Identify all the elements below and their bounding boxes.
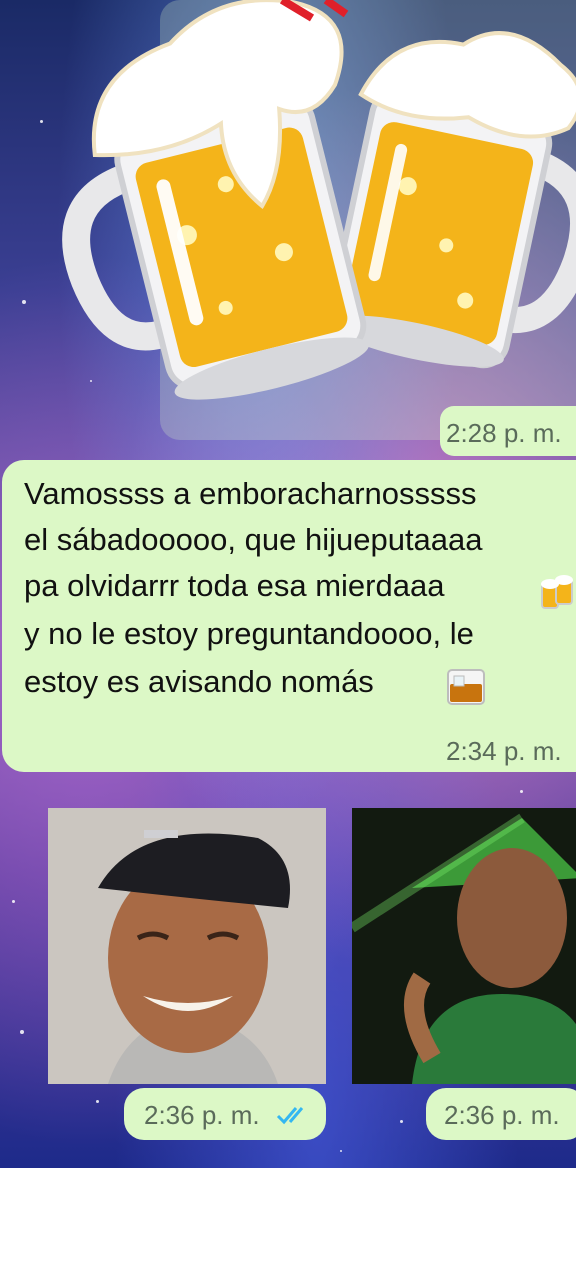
star <box>400 1120 403 1123</box>
beer-mugs-cheers-sticker-icon[interactable] <box>50 0 576 440</box>
star <box>96 1100 99 1103</box>
star <box>20 1030 24 1034</box>
message-time: 2:28 p. m. <box>446 418 562 448</box>
star <box>40 120 43 123</box>
beer-mugs-icon <box>541 575 573 609</box>
photo-smiling-man-cap[interactable] <box>48 808 326 1084</box>
star <box>12 900 15 903</box>
message-line: estoy es avisando nomás <box>24 664 374 699</box>
photo-timestamp-bubble: 2:36 p. m. <box>124 1088 326 1140</box>
message-time: 2:34 p. m. <box>446 736 562 766</box>
message-time: 2:36 p. m. <box>144 1100 260 1130</box>
message-time: 2:36 p. m. <box>444 1100 560 1130</box>
message-line: Vamossss a emboracharnosssss <box>24 476 477 511</box>
photo-man-green-light[interactable] <box>352 808 576 1084</box>
star <box>520 790 523 793</box>
sticker-timestamp-bubble: 2:28 p. m. <box>440 406 576 456</box>
message-line: y no le estoy preguntandoooo, le <box>24 616 474 651</box>
photo-timestamp-bubble: 2:36 p. m. <box>426 1088 576 1140</box>
message-line: el sábadooooo, que hijueputaaaa <box>24 522 483 557</box>
text-message-bubble[interactable]: Vamossss a emboracharnosssss el sábadooo… <box>2 460 576 772</box>
star <box>340 1150 342 1152</box>
message-line: pa olvidarrr toda esa mierdaaa <box>24 568 445 603</box>
double-check-icon <box>276 1107 304 1125</box>
whisky-glass-icon <box>447 669 485 705</box>
star <box>22 300 26 304</box>
